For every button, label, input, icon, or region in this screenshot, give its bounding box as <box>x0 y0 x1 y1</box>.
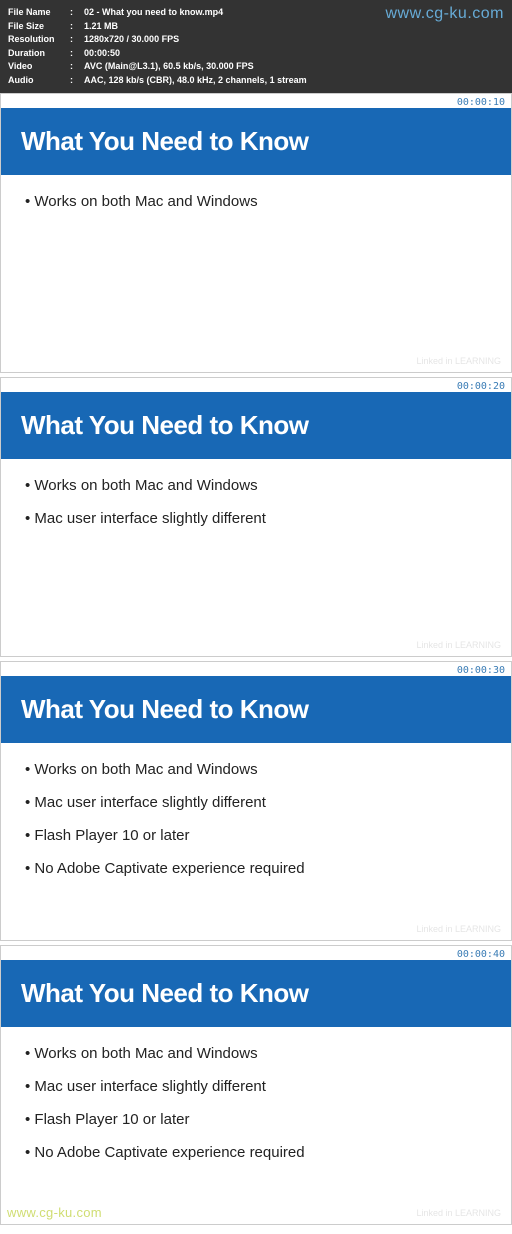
slide-header: What You Need to Know <box>1 392 511 459</box>
linkedin-watermark: Linked in LEARNING <box>416 640 501 650</box>
slide-header: What You Need to Know <box>1 108 511 175</box>
linkedin-watermark: Linked in LEARNING <box>416 1208 501 1218</box>
bullet-item: No Adobe Captivate experience required <box>25 1144 487 1161</box>
slide-thumbnail: 00:00:20 What You Need to Know Works on … <box>0 377 512 657</box>
media-info-panel: www.cg-ku.com File Name : 02 - What you … <box>0 0 512 93</box>
info-sep: : <box>70 47 84 61</box>
info-row: Audio : AAC, 128 kb/s (CBR), 48.0 kHz, 2… <box>8 74 504 88</box>
info-row: Duration : 00:00:50 <box>8 47 504 61</box>
info-label: Duration <box>8 47 70 61</box>
slide-title: What You Need to Know <box>21 126 491 157</box>
bullet-item: Works on both Mac and Windows <box>25 477 487 494</box>
info-sep: : <box>70 6 84 20</box>
slide-header: What You Need to Know <box>1 676 511 743</box>
slide-thumbnail: 00:00:40 What You Need to Know Works on … <box>0 945 512 1225</box>
slide-body: Works on both Mac and Windows <box>1 175 511 244</box>
bullet-item: Mac user interface slightly different <box>25 510 487 527</box>
slide-header: What You Need to Know <box>1 960 511 1027</box>
info-sep: : <box>70 20 84 34</box>
info-label: File Name <box>8 6 70 20</box>
timestamp-label: 00:00:10 <box>457 97 505 108</box>
info-value: 00:00:50 <box>84 47 120 61</box>
info-value: AAC, 128 kb/s (CBR), 48.0 kHz, 2 channel… <box>84 74 307 88</box>
slide-body: Works on both Mac and Windows Mac user i… <box>1 459 511 561</box>
bullet-item: Flash Player 10 or later <box>25 827 487 844</box>
linkedin-watermark: Linked in LEARNING <box>416 356 501 366</box>
info-label: Resolution <box>8 33 70 47</box>
bullet-item: Works on both Mac and Windows <box>25 193 487 210</box>
watermark-bottom: www.cg-ku.com <box>7 1205 102 1220</box>
info-sep: : <box>70 60 84 74</box>
slide-thumbnail: 00:00:10 What You Need to Know Works on … <box>0 93 512 373</box>
slide-body: Works on both Mac and Windows Mac user i… <box>1 743 511 911</box>
info-value: AVC (Main@L3.1), 60.5 kb/s, 30.000 FPS <box>84 60 254 74</box>
info-label: Video <box>8 60 70 74</box>
slide-thumbnail: 00:00:30 What You Need to Know Works on … <box>0 661 512 941</box>
linkedin-watermark: Linked in LEARNING <box>416 924 501 934</box>
info-label: File Size <box>8 20 70 34</box>
timestamp-label: 00:00:20 <box>457 381 505 392</box>
slide-title: What You Need to Know <box>21 694 491 725</box>
info-row: Resolution : 1280x720 / 30.000 FPS <box>8 33 504 47</box>
bullet-item: Works on both Mac and Windows <box>25 1045 487 1062</box>
bullet-item: Works on both Mac and Windows <box>25 761 487 778</box>
bullet-item: Mac user interface slightly different <box>25 1078 487 1095</box>
bullet-item: No Adobe Captivate experience required <box>25 860 487 877</box>
slide-title: What You Need to Know <box>21 978 491 1009</box>
info-value: 1.21 MB <box>84 20 118 34</box>
info-sep: : <box>70 33 84 47</box>
info-sep: : <box>70 74 84 88</box>
timestamp-label: 00:00:30 <box>457 665 505 676</box>
info-label: Audio <box>8 74 70 88</box>
info-row: Video : AVC (Main@L3.1), 60.5 kb/s, 30.0… <box>8 60 504 74</box>
slide-body: Works on both Mac and Windows Mac user i… <box>1 1027 511 1195</box>
bullet-item: Flash Player 10 or later <box>25 1111 487 1128</box>
watermark-top: www.cg-ku.com <box>385 2 504 26</box>
info-value: 1280x720 / 30.000 FPS <box>84 33 179 47</box>
timestamp-label: 00:00:40 <box>457 949 505 960</box>
slide-title: What You Need to Know <box>21 410 491 441</box>
info-value: 02 - What you need to know.mp4 <box>84 6 223 20</box>
bullet-item: Mac user interface slightly different <box>25 794 487 811</box>
